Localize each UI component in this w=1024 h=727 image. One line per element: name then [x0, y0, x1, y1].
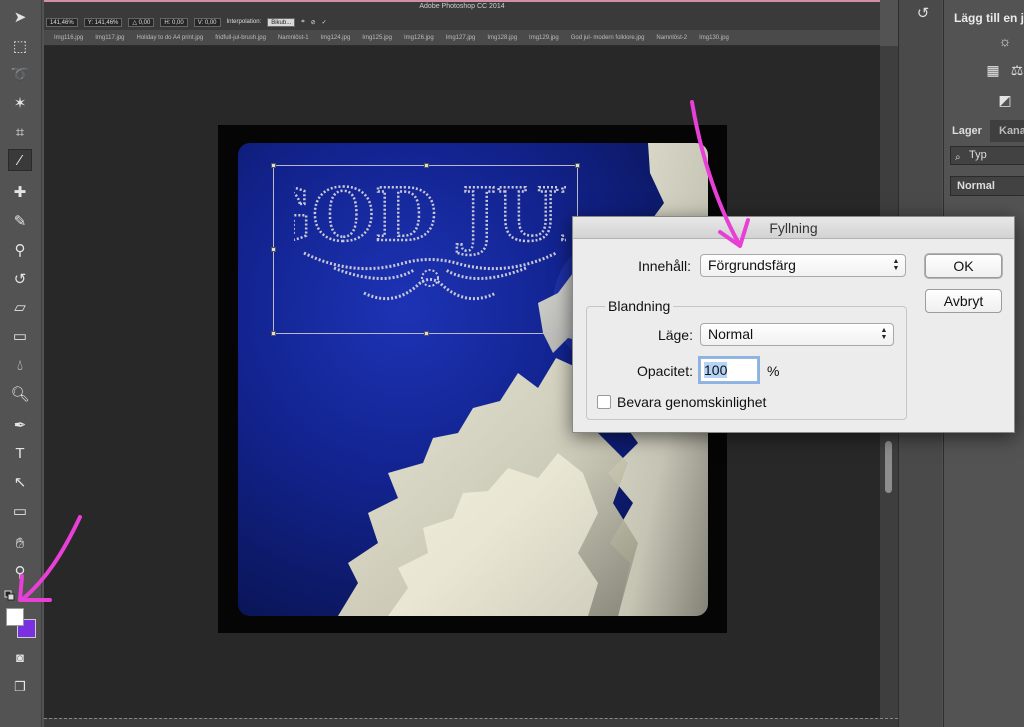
dialog-title: Fyllning [573, 217, 1014, 239]
eraser-icon[interactable]: ▱ [8, 296, 32, 318]
balance-icon[interactable]: ⚖ [1008, 61, 1024, 79]
tab-document[interactable]: Img130.jpg [695, 35, 733, 41]
skew-v-field[interactable]: V: 0,00 [193, 17, 221, 27]
title-accent-line [44, 0, 880, 2]
ok-button[interactable]: OK [925, 254, 1002, 278]
layers-tabs: Lager Kana [944, 120, 1024, 142]
width-field[interactable]: 141,46% [46, 17, 78, 27]
fill-dialog: Fyllning Innehåll: Förgrundsfärg ▲ ▼ OK A… [572, 216, 1015, 433]
tab-document[interactable]: Namnlöst-2 [652, 35, 691, 41]
tab-document[interactable]: God jul- modern folklore.jpg [567, 35, 649, 41]
transform-bounding-box[interactable] [271, 163, 580, 336]
mode-label: Läge: [657, 327, 693, 343]
foreground-color-swatch[interactable] [6, 608, 24, 626]
gradient-icon[interactable]: ▭ [8, 325, 32, 347]
status-bar [44, 718, 898, 727]
brush-icon[interactable]: ✎ [8, 210, 32, 232]
content-label: Innehåll: [638, 258, 691, 274]
opacity-unit: % [767, 363, 780, 379]
transform-handle[interactable] [424, 331, 429, 336]
levels-icon[interactable]: ▦ [984, 61, 1002, 79]
tab-document[interactable]: Img127.jpg [442, 35, 480, 41]
mode-select[interactable]: Normal ▲ ▼ [700, 323, 894, 346]
app-title: Adobe Photoshop CC 2014 [419, 3, 505, 10]
history-panel-icon[interactable]: ↺ [912, 2, 934, 24]
hand-tool-icon[interactable]: ✋︎ [8, 532, 32, 554]
tools-panel: ➤ ⬚ ➰ ✶ ⌗ ⁄ ✚ ✎ ⚲ ↺ ▱ ▭ 💧︎ 🔍︎ ✒ T ↖ ▭ ✋︎… [0, 0, 42, 727]
options-bar: Adobe Photoshop CC 2014 141,46% Y: 141,4… [44, 0, 880, 30]
transform-handle[interactable] [271, 247, 276, 252]
tab-document[interactable]: Img128.jpg [483, 35, 521, 41]
move-tool-icon[interactable]: ➤ [8, 6, 32, 28]
opacity-label: Opacitet: [636, 363, 693, 379]
zoom-tool-icon[interactable]: ⚲ [8, 561, 32, 583]
content-select-value: Förgrundsfärg [708, 257, 796, 273]
brightness-icon[interactable]: ☼ [996, 32, 1014, 50]
adjustments-title: Lägg till en j [954, 11, 1024, 25]
tab-document[interactable]: Img129.jpg [525, 35, 563, 41]
tab-document[interactable]: Namnlöst-1 [274, 35, 313, 41]
screen-mode-icon[interactable]: ❐ [8, 676, 32, 698]
rectangle-tool-icon[interactable]: ▭ [8, 500, 32, 522]
pen-tool-icon[interactable]: ✒ [8, 414, 32, 436]
cancel-button[interactable]: Avbryt [925, 289, 1002, 313]
tab-document[interactable]: Img125.jpg [358, 35, 396, 41]
scrollbar-thumb[interactable] [885, 441, 892, 493]
transform-handle[interactable] [271, 163, 276, 168]
default-colors-icon[interactable] [4, 590, 16, 602]
dodge-icon[interactable]: 🔍︎ [8, 383, 32, 405]
chevron-updown-icon: ▲ ▼ [880, 327, 888, 341]
magic-wand-icon[interactable]: ✶ [8, 92, 32, 114]
transform-handle[interactable] [575, 163, 580, 168]
search-icon: ⌕ [955, 152, 961, 163]
height-field[interactable]: Y: 141,46% [83, 17, 123, 27]
blending-group-title: Blandning [605, 298, 674, 314]
crop-tool-icon[interactable]: ⌗ [8, 121, 32, 143]
lasso-tool-icon[interactable]: ➰ [8, 63, 32, 85]
interpolation-label: Interpolation: [226, 19, 262, 25]
opacity-value: 100 [704, 362, 728, 378]
document-tabs: Img116.jpg Img117.jpg Holiday to do A4 p… [44, 30, 880, 46]
mode-select-value: Normal [708, 326, 754, 342]
layer-filter-value: Typ [969, 149, 987, 161]
interpolation-select[interactable]: Bikub... [267, 17, 296, 27]
tab-document[interactable]: Img126.jpg [400, 35, 438, 41]
cancel-transform-icon[interactable]: ⊘ [311, 19, 316, 26]
chevron-updown-icon: ▲ ▼ [892, 258, 900, 272]
preserve-transparency-checkbox[interactable] [597, 395, 611, 409]
tab-document[interactable]: Img116.jpg [50, 35, 87, 41]
blend-mode-select[interactable]: Normal [950, 176, 1024, 196]
preserve-transparency-label: Bevara genomskinlighet [617, 394, 767, 410]
content-select[interactable]: Förgrundsfärg ▲ ▼ [700, 254, 906, 277]
clone-stamp-icon[interactable]: ⚲ [8, 239, 32, 261]
photo-filter-icon[interactable]: ◩ [996, 91, 1014, 109]
tab-document[interactable]: Img117.jpg [91, 35, 128, 41]
layer-filter-select[interactable]: ⌕ Typ [950, 146, 1024, 165]
skew-h-field[interactable]: H: 0,00 [160, 17, 188, 27]
marquee-tool-icon[interactable]: ⬚ [8, 35, 32, 57]
path-selection-icon[interactable]: ↖ [8, 471, 32, 493]
tab-channels[interactable]: Kana [991, 120, 1024, 142]
tab-layers[interactable]: Lager [944, 120, 990, 142]
rotate-field[interactable]: △ 0,00 [128, 17, 155, 27]
quick-mask-icon[interactable]: ◙ [8, 646, 32, 668]
commit-transform-icon[interactable]: ✓ [322, 19, 327, 26]
transform-options: 141,46% Y: 141,46% △ 0,00 H: 0,00 V: 0,0… [46, 15, 327, 29]
opacity-input[interactable]: 100 [700, 358, 758, 382]
history-brush-icon[interactable]: ↺ [8, 268, 32, 290]
tab-document[interactable]: Img124.jpg [317, 35, 355, 41]
transform-handle[interactable] [271, 331, 276, 336]
tab-document[interactable]: Holiday to do A4 print.jpg [133, 35, 208, 41]
eyedropper-icon[interactable]: ⁄ [8, 149, 32, 171]
transform-handle[interactable] [424, 163, 429, 168]
photoshop-window: Adobe Photoshop CC 2014 141,46% Y: 141,4… [0, 0, 1024, 727]
warp-icon[interactable]: ⌗ [301, 19, 304, 26]
tab-document[interactable]: fridfull-jul-brush.jpg [211, 35, 270, 41]
blur-icon[interactable]: 💧︎ [8, 354, 32, 376]
healing-brush-icon[interactable]: ✚ [8, 181, 32, 203]
type-tool-icon[interactable]: T [8, 442, 32, 464]
